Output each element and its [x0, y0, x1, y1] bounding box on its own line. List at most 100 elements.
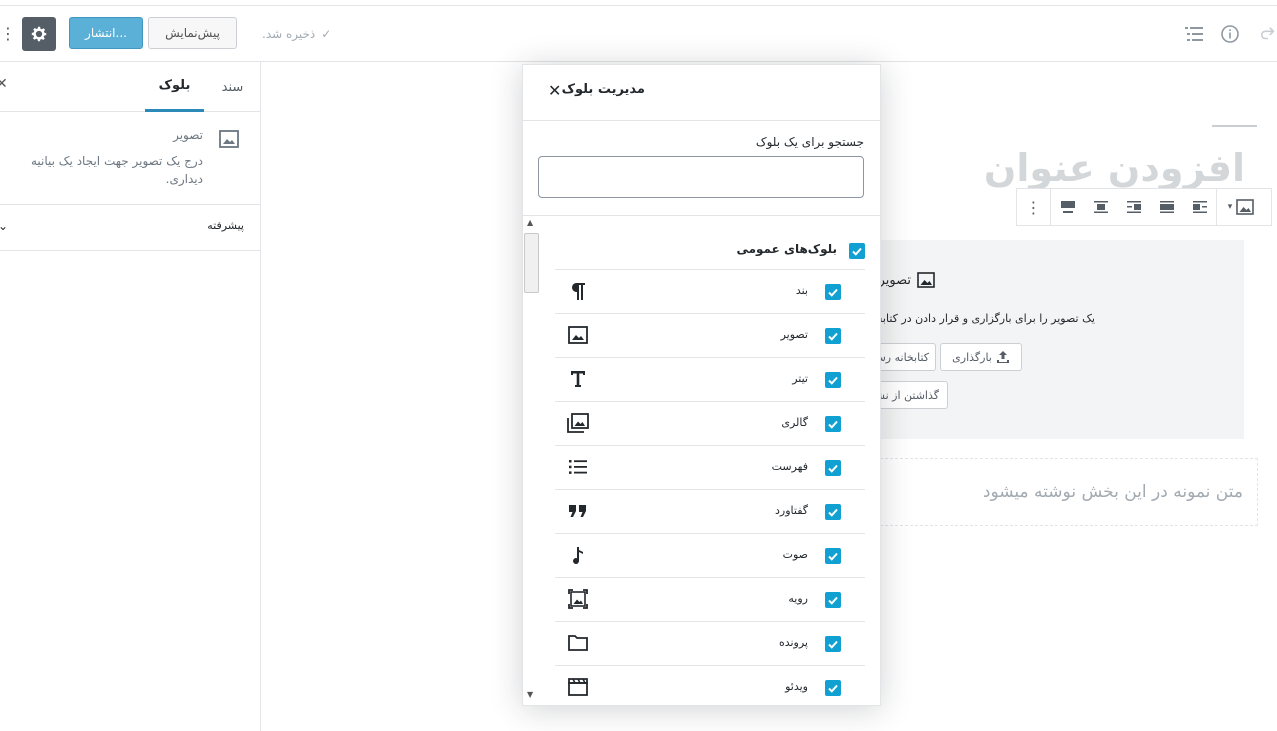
- image-icon: [567, 324, 589, 346]
- info-button[interactable]: [1218, 22, 1242, 46]
- block-checkbox[interactable]: [825, 680, 841, 696]
- list-item-label: بند: [795, 284, 808, 297]
- quote-icon: [567, 500, 589, 522]
- paragraph-block[interactable]: متن نمونه در این بخش نوشته میشود: [880, 458, 1258, 526]
- preview-button[interactable]: پیش‌نمایش: [148, 17, 237, 49]
- list-item-label: ویدئو: [785, 680, 808, 693]
- block-checkbox[interactable]: [825, 592, 841, 608]
- block-switcher-button[interactable]: ▾: [1217, 189, 1265, 225]
- chevron-down-icon: ⌄: [0, 219, 9, 233]
- upload-button[interactable]: بارگذاری: [940, 343, 1022, 371]
- image-icon: [1236, 199, 1255, 215]
- list-scrollbar[interactable]: ▲ ▼: [523, 216, 541, 705]
- block-checkbox[interactable]: [825, 504, 841, 520]
- image-icon: [218, 128, 240, 150]
- more-options-icon[interactable]: ⋮: [0, 24, 16, 44]
- list-item-label: گالری: [781, 416, 808, 429]
- editor-header: ⋮ انتشار... پیش‌نمایش ✓ ذخیره شد.: [0, 6, 1277, 62]
- modal-header: ✕ مدیریت بلوک: [523, 65, 880, 121]
- settings-sidebar: ✕ بلوک سند تصویر درج یک تصویر جهت ایجاد …: [0, 62, 261, 731]
- block-checkbox[interactable]: [825, 548, 841, 564]
- list-item[interactable]: تیتر: [555, 358, 865, 402]
- align-center-icon[interactable]: [1084, 189, 1117, 225]
- cover-icon: [567, 588, 589, 610]
- block-checkbox[interactable]: [825, 328, 841, 344]
- video-icon: [567, 676, 589, 698]
- block-toolbar: ⋮ ▾: [1016, 188, 1272, 226]
- scrollbar-thumb[interactable]: [524, 233, 539, 293]
- tab-document[interactable]: سند: [210, 62, 255, 112]
- check-icon: [828, 640, 838, 649]
- align-left-icon[interactable]: [1183, 189, 1216, 225]
- list-item[interactable]: پرونده: [555, 622, 865, 666]
- list-item-label: صوت: [782, 548, 808, 561]
- advanced-panel-toggle[interactable]: پیشرفته ⌄: [0, 205, 260, 251]
- check-icon: [828, 420, 838, 429]
- list-item[interactable]: رویه: [555, 578, 865, 622]
- title-divider: [1212, 125, 1257, 127]
- close-icon[interactable]: ✕: [0, 76, 8, 92]
- block-category-header: بلوک‌های عمومی: [555, 230, 865, 270]
- block-card-title: تصویر: [173, 128, 203, 142]
- media-library-button[interactable]: کتابخانه رسانه: [875, 343, 936, 371]
- block-checkbox[interactable]: [825, 460, 841, 476]
- check-icon: [828, 376, 838, 385]
- check-icon: [828, 552, 838, 561]
- saved-label: ذخیره شد.: [262, 27, 316, 41]
- list-item[interactable]: گالری: [555, 402, 865, 446]
- block-manager-modal: ✕ مدیریت بلوک جستجو برای یک بلوک ▲ ▼ بلو…: [522, 64, 881, 706]
- settings-button[interactable]: [22, 17, 56, 51]
- check-icon: [828, 508, 838, 517]
- list-item[interactable]: فهرست: [555, 446, 865, 490]
- redo-button[interactable]: [1256, 22, 1277, 46]
- scroll-up-icon[interactable]: ▲: [527, 218, 533, 227]
- block-checkbox[interactable]: [825, 284, 841, 300]
- block-card-description: درج یک تصویر جهت ایجاد یک بیانیه دیداری.: [30, 154, 203, 186]
- check-icon: [828, 684, 838, 693]
- align-full-icon[interactable]: [1150, 189, 1183, 225]
- image-icon: [917, 272, 935, 288]
- block-checkbox[interactable]: [825, 372, 841, 388]
- modal-title: مدیریت بلوک: [561, 82, 645, 97]
- list-item-label: فهرست: [771, 460, 808, 473]
- search-label: جستجو برای یک بلوک: [755, 135, 864, 149]
- list-item[interactable]: ویدئو: [555, 666, 865, 705]
- redo-icon: [1260, 27, 1275, 40]
- checkmark-icon: ✓: [321, 27, 332, 41]
- list-item-label: رویه: [788, 592, 808, 605]
- block-checkbox[interactable]: [825, 636, 841, 652]
- info-icon: [1221, 25, 1239, 43]
- list-item[interactable]: صوت: [555, 534, 865, 578]
- tab-block[interactable]: بلوک: [145, 62, 204, 112]
- image-block-title-label: تصویر: [878, 272, 911, 288]
- block-search-input[interactable]: [538, 156, 864, 198]
- check-icon: [828, 464, 838, 473]
- list-item[interactable]: تصویر: [555, 314, 865, 358]
- category-checkbox[interactable]: [849, 243, 865, 259]
- paragraph-placeholder: متن نمونه در این بخش نوشته میشود: [982, 482, 1243, 502]
- list-item-label: تیتر: [792, 372, 808, 385]
- insert-from-url-button[interactable]: گذاشتن از نشانی: [875, 381, 948, 409]
- insert-from-url-label: گذاشتن از نشانی: [875, 388, 939, 402]
- heading-icon: [567, 368, 589, 390]
- block-checkbox[interactable]: [825, 416, 841, 432]
- gear-icon: [31, 26, 47, 42]
- check-icon: [828, 332, 838, 341]
- audio-icon: [567, 544, 589, 566]
- outline-button[interactable]: [1182, 22, 1206, 46]
- category-label: بلوک‌های عمومی: [736, 242, 837, 256]
- file-icon: [567, 632, 589, 654]
- list-item[interactable]: بند: [555, 270, 865, 314]
- gallery-icon: [567, 412, 589, 434]
- image-block-placeholder: تصویر یک تصویر را برای بارگزاری و قرار د…: [875, 240, 1244, 439]
- sidebar-tabs: ✕ بلوک سند: [0, 62, 260, 112]
- align-right-icon[interactable]: [1117, 189, 1150, 225]
- publish-button[interactable]: انتشار...: [69, 17, 143, 49]
- check-icon: [852, 247, 862, 256]
- image-block-description: یک تصویر را برای بارگزاری و قرار دادن در…: [880, 312, 1095, 325]
- close-icon[interactable]: ✕: [548, 81, 561, 100]
- list-item[interactable]: گفتاورد: [555, 490, 865, 534]
- align-wide-icon[interactable]: [1051, 189, 1084, 225]
- more-options-icon[interactable]: ⋮: [1017, 189, 1050, 225]
- scroll-down-icon[interactable]: ▼: [527, 690, 533, 699]
